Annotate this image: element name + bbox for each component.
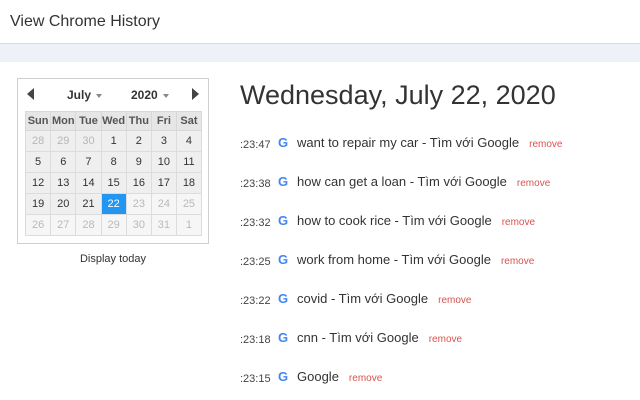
google-icon: G: [278, 291, 289, 306]
entry-time: :23:47: [240, 139, 271, 151]
calendar-day[interactable]: 17: [150, 172, 177, 194]
entry-time: :23:15: [240, 373, 271, 385]
entry-title: work from home - Tìm với Google: [297, 252, 491, 267]
weekday-label: Wed: [100, 111, 127, 131]
calendar-day[interactable]: 11: [175, 151, 203, 173]
entry-time: :23:38: [240, 178, 271, 190]
calendar-day[interactable]: 9: [125, 151, 152, 173]
remove-link[interactable]: remove: [517, 178, 550, 189]
remove-link[interactable]: remove: [438, 295, 471, 306]
calendar-day[interactable]: 15: [100, 172, 127, 194]
entry-time: :23:22: [240, 295, 271, 307]
calendar-day[interactable]: 19: [24, 193, 52, 215]
calendar-day[interactable]: 20: [50, 193, 77, 215]
weekday-label: Sun: [24, 111, 52, 131]
remove-link[interactable]: remove: [502, 217, 535, 228]
calendar-week: 12 13 14 15 16 17 18: [24, 172, 203, 194]
calendar-day[interactable]: 8: [100, 151, 127, 173]
display-today-link[interactable]: Display today: [17, 253, 209, 265]
calendar-day: 24: [150, 193, 177, 215]
entry-title-link[interactable]: Google remove: [297, 369, 382, 384]
entry-title: how can get a loan - Tìm với Google: [297, 174, 507, 189]
entry-title: want to repair my car - Tìm với Google: [297, 135, 520, 150]
entry-title: cnn - Tìm với Google: [297, 330, 419, 345]
calendar-day[interactable]: 30: [75, 130, 102, 152]
remove-link[interactable]: remove: [349, 373, 382, 384]
calendar-day: 27: [50, 214, 77, 236]
calendar-day[interactable]: 7: [75, 151, 102, 173]
google-icon: G: [278, 213, 289, 228]
previous-month-icon[interactable]: [27, 88, 34, 100]
calendar-day: 30: [125, 214, 152, 236]
calendar-day[interactable]: 29: [50, 130, 77, 152]
entry-title: covid - Tìm với Google: [297, 291, 429, 306]
month-label: July: [67, 88, 92, 102]
entry-title: Google: [297, 369, 339, 384]
weekday-label: Sat: [175, 111, 203, 131]
entry-title-link[interactable]: how can get a loan - Tìm với Google remov…: [297, 174, 550, 189]
entry-title-link[interactable]: work from home - Tìm với Google remove: [297, 252, 534, 267]
entry-title-link[interactable]: cnn - Tìm với Google remove: [297, 330, 462, 345]
calendar-week: 26 27 28 29 30 31 1: [24, 214, 203, 236]
calendar-day[interactable]: 18: [175, 172, 203, 194]
year-select[interactable]: 2020: [131, 88, 169, 102]
calendar-day: 28: [75, 214, 102, 236]
calendar-day[interactable]: 1: [100, 130, 127, 152]
calendar-week: 19 20 21 22 23 24 25: [24, 193, 203, 215]
app-title: View Chrome History: [10, 13, 160, 30]
month-select[interactable]: July: [67, 88, 103, 102]
entry-time: :23:18: [240, 334, 271, 346]
calendar-day[interactable]: 6: [50, 151, 77, 173]
calendar-day-selected[interactable]: 22: [100, 193, 127, 215]
weekday-label: Mon: [50, 111, 77, 131]
header-band: [0, 44, 640, 62]
calendar-grid: Sun Mon Tue Wed Thu Fri Sat 28 29 30 1 2…: [24, 111, 203, 236]
next-month-icon[interactable]: [192, 88, 199, 100]
entry-title: how to cook rice - Tìm với Google: [297, 213, 492, 228]
calendar-day[interactable]: 28: [24, 130, 52, 152]
weekday-label: Fri: [150, 111, 177, 131]
calendar: July 2020 Sun Mon Tue Wed Thu Fri Sat 28…: [17, 78, 209, 244]
calendar-header: July 2020: [18, 79, 208, 111]
remove-link[interactable]: remove: [429, 334, 462, 345]
google-icon: G: [278, 330, 289, 345]
date-heading: Wednesday, July 22, 2020: [240, 80, 556, 110]
calendar-day[interactable]: 10: [150, 151, 177, 173]
calendar-day: 23: [125, 193, 152, 215]
weekday-row: Sun Mon Tue Wed Thu Fri Sat: [24, 111, 203, 131]
calendar-day[interactable]: 21: [75, 193, 102, 215]
entry-time: :23:25: [240, 256, 271, 268]
google-icon: G: [278, 135, 289, 150]
year-label: 2020: [131, 88, 158, 102]
weekday-label: Tue: [75, 111, 102, 131]
app-header: View Chrome History: [0, 0, 640, 44]
weekday-label: Thu: [125, 111, 152, 131]
chevron-down-icon: [96, 93, 103, 98]
calendar-week: 5 6 7 8 9 10 11: [24, 151, 203, 173]
entry-title-link[interactable]: want to repair my car - Tìm với Google re…: [297, 135, 563, 150]
calendar-day[interactable]: 3: [150, 130, 177, 152]
calendar-day[interactable]: 4: [175, 130, 203, 152]
google-icon: G: [278, 174, 289, 189]
google-icon: G: [278, 369, 289, 384]
calendar-day[interactable]: 12: [24, 172, 52, 194]
calendar-day: 25: [175, 193, 203, 215]
calendar-day[interactable]: 5: [24, 151, 52, 173]
google-icon: G: [278, 252, 289, 267]
calendar-day[interactable]: 14: [75, 172, 102, 194]
calendar-day: 26: [24, 214, 52, 236]
calendar-day: 1: [175, 214, 203, 236]
remove-link[interactable]: remove: [501, 256, 534, 267]
calendar-day[interactable]: 16: [125, 172, 152, 194]
entry-time: :23:32: [240, 217, 271, 229]
calendar-day[interactable]: 13: [50, 172, 77, 194]
calendar-week: 28 29 30 1 2 3 4: [24, 130, 203, 152]
chevron-down-icon: [162, 93, 169, 98]
calendar-day[interactable]: 2: [125, 130, 152, 152]
entry-title-link[interactable]: covid - Tìm với Google remove: [297, 291, 471, 306]
entry-title-link[interactable]: how to cook rice - Tìm với Google remove: [297, 213, 535, 228]
calendar-day: 29: [100, 214, 127, 236]
remove-link[interactable]: remove: [529, 139, 562, 150]
calendar-day: 31: [150, 214, 177, 236]
